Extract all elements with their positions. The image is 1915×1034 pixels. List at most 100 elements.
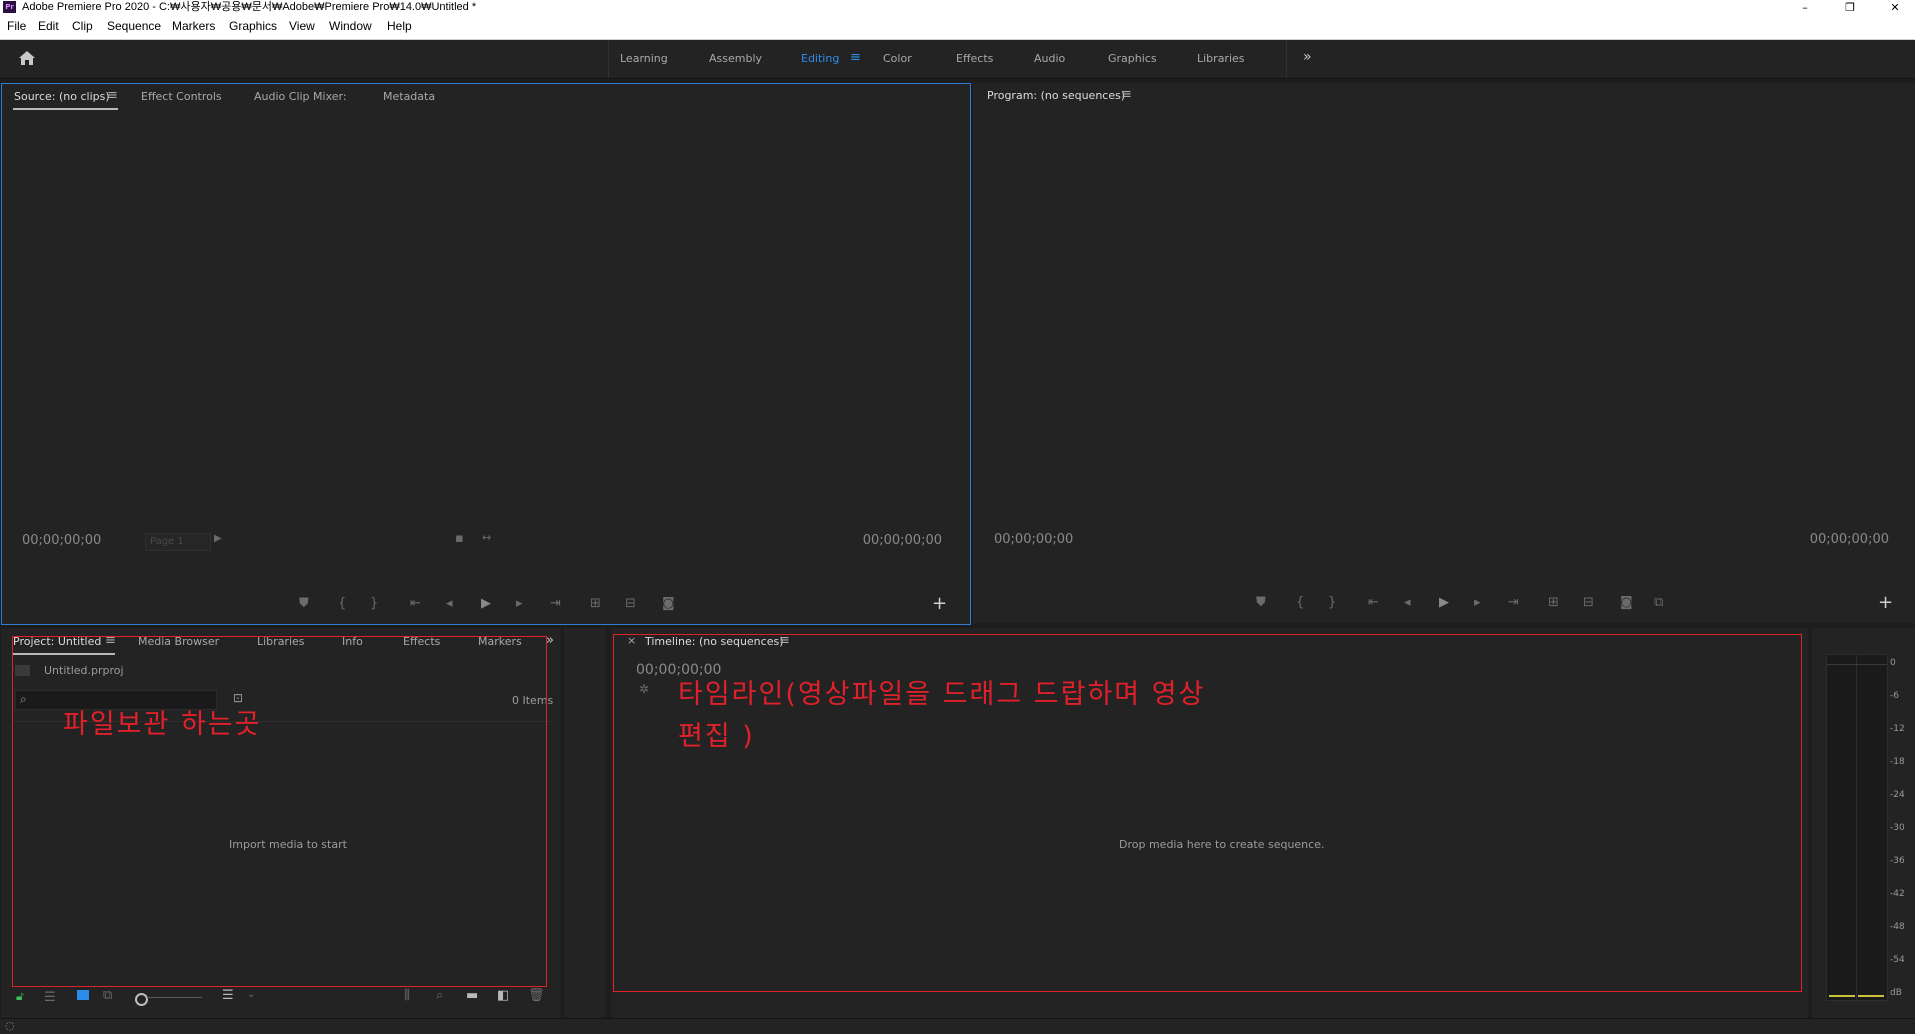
mark-in-icon[interactable]: { [338,596,346,611]
tab-audio-clip-mixer[interactable]: Audio Clip Mixer: [254,90,347,103]
menu-markers[interactable]: Markers [172,19,215,33]
go-to-in-icon[interactable]: ⇤ [410,596,421,611]
source-tab-menu-icon[interactable]: ≡ [107,88,118,103]
find-icon[interactable]: ⌕ [436,988,443,1003]
new-bin-icon[interactable]: ▬ [466,988,478,1003]
audio-meter-bars [1826,654,1888,1001]
program-monitor-panel: Program: (no sequences) ≡ 00;00;00;00 00… [973,83,1915,623]
export-frame-icon[interactable]: ◙ [662,596,675,611]
home-icon[interactable] [18,50,36,66]
workspace-separator [608,40,609,78]
new-item-icon[interactable]: ◧ [497,988,509,1003]
go-to-out-icon[interactable]: ⇥ [1508,595,1519,610]
insert-icon[interactable]: ⊞ [590,596,601,611]
extract-icon[interactable]: ⊟ [1583,595,1594,610]
meter-label-54: -54 [1890,955,1905,965]
source-duration-timecode: 00;00;00;00 [862,533,942,548]
settings-square-icon[interactable]: ▪ [455,531,464,546]
tab-effect-controls[interactable]: Effect Controls [141,90,222,103]
play-icon[interactable]: ▶ [481,596,491,611]
menu-file[interactable]: File [7,19,26,33]
meter-peak-line [1827,664,1887,665]
step-forward-icon[interactable]: ▸ [1474,595,1481,610]
active-tab-underline [13,108,118,110]
go-to-in-icon[interactable]: ⇤ [1368,595,1379,610]
zoom-fit-icon[interactable]: ↔ [482,531,491,544]
step-back-icon[interactable]: ◂ [446,596,453,611]
workspace-graphics[interactable]: Graphics [1108,52,1157,65]
workspace-assembly[interactable]: Assembly [709,52,762,65]
go-to-out-icon[interactable]: ⇥ [550,596,561,611]
meter-label-18: -18 [1890,757,1905,767]
program-add-button[interactable]: + [1878,592,1893,613]
close-window-button[interactable]: ✕ [1880,0,1910,15]
workspace-effects[interactable]: Effects [956,52,993,65]
meter-label-30: -30 [1890,823,1905,833]
workspace-editing[interactable]: Editing [801,52,839,65]
zoom-slider-track[interactable] [147,997,202,998]
menu-window[interactable]: Window [329,19,372,33]
menu-bar: File Edit Clip Sequence Markers Graphics… [0,15,1915,40]
menu-sequence[interactable]: Sequence [107,19,161,33]
list-view-icon[interactable]: ☰ [44,990,56,1005]
mark-in-icon[interactable]: { [1296,595,1304,610]
overwrite-icon[interactable]: ⊟ [625,596,636,611]
meter-label-48: -48 [1890,922,1905,932]
step-forward-icon[interactable]: ▸ [516,596,523,611]
source-add-button[interactable]: + [932,593,947,614]
comparison-view-icon[interactable]: ⧉ [1654,595,1663,610]
menu-graphics[interactable]: Graphics [229,19,277,33]
workspace-audio[interactable]: Audio [1034,52,1065,65]
annotation-box-project [12,636,547,987]
page-next-icon[interactable]: ▶ [214,533,222,544]
status-indicator-icon: ◌ [5,1019,15,1032]
window-title: Adobe Premiere Pro 2020 - C:₩사용자₩공용₩문서₩A… [22,1,477,13]
step-back-icon[interactable]: ◂ [1404,595,1411,610]
project-panel: Project: Untitled ≡ Media Browser Librar… [1,628,561,1018]
sort-icon[interactable]: ☰ [222,988,234,1003]
workspace-bar: Learning Assembly Editing ≡ Color Effect… [0,40,1915,79]
tab-program[interactable]: Program: (no sequences) [987,89,1125,102]
workspace-color[interactable]: Color [883,52,912,65]
premiere-app-icon: Pr [3,1,16,13]
tab-source[interactable]: Source: (no clips) [14,90,110,103]
workspace-libraries[interactable]: Libraries [1197,52,1245,65]
menu-help[interactable]: Help [387,19,412,33]
meter-label-42: -42 [1890,889,1905,899]
menu-view[interactable]: View [289,19,315,33]
mark-out-icon[interactable]: } [370,596,378,611]
sort-dropdown-chevron-icon[interactable]: ⌄ [247,989,255,1000]
zoom-slider-handle[interactable] [135,993,148,1006]
annotation-timeline-line2: 편집 ) [678,721,755,752]
lock-icon[interactable]: 🔓︎ [16,989,24,1004]
mark-out-icon[interactable]: } [1328,595,1336,610]
program-tab-menu-icon[interactable]: ≡ [1121,87,1132,102]
play-icon[interactable]: ▶ [1439,595,1449,610]
clear-icon[interactable]: 🗑︎ [528,988,545,1003]
workspace-menu-icon[interactable]: ≡ [850,50,861,65]
source-playhead-timecode[interactable]: 00;00;00;00 [22,533,101,548]
add-marker-icon[interactable]: ⛊ [1256,595,1266,610]
menu-edit[interactable]: Edit [38,19,59,33]
icon-view-icon[interactable] [77,990,89,1000]
restore-button[interactable]: ❐ [1835,0,1865,15]
panel-overflow-icon[interactable]: » [546,633,554,648]
workspace-overflow-icon[interactable]: » [1303,49,1312,65]
lift-icon[interactable]: ⊞ [1548,595,1559,610]
minimize-button[interactable]: – [1790,0,1820,15]
meter-label-36: -36 [1890,856,1905,866]
menu-clip[interactable]: Clip [72,19,93,33]
meter-level-right [1858,995,1884,997]
freeform-view-icon[interactable]: ⧉ [103,988,112,1003]
tab-metadata[interactable]: Metadata [383,90,435,103]
meter-label-24: -24 [1890,790,1905,800]
workspace-learning[interactable]: Learning [620,52,668,65]
export-frame-icon[interactable]: ◙ [1620,595,1633,610]
meter-channel-divider [1856,655,1857,1000]
status-bar: ◌ [0,1018,1915,1034]
automate-to-sequence-icon[interactable]: ⫼ [404,988,410,1003]
page-select[interactable]: Page 1 [145,533,211,551]
window-title-bar: Pr Adobe Premiere Pro 2020 - C:₩사용자₩공용₩문… [0,0,1915,15]
program-playhead-timecode[interactable]: 00;00;00;00 [994,532,1073,547]
add-marker-icon[interactable]: ⛊ [299,596,309,611]
